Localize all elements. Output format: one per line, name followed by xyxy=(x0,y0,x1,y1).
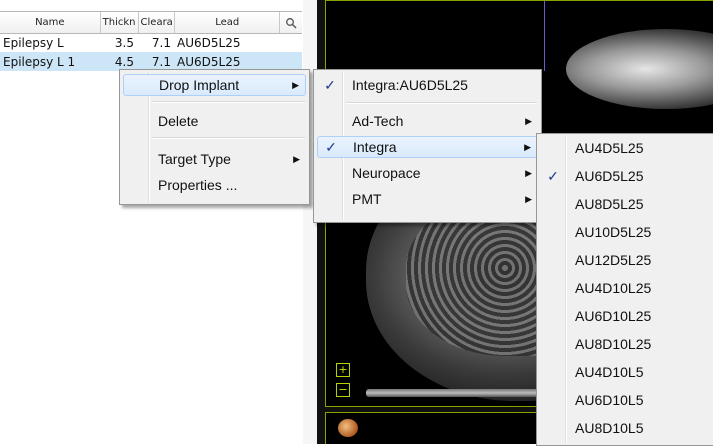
menu-item-label: Target Type xyxy=(158,151,231,167)
head-3d-icon xyxy=(338,419,358,437)
menu-separator xyxy=(346,102,537,104)
menu-item-lead-checked[interactable]: ✓ AU6D5L25 xyxy=(540,165,711,187)
cell-thickness: 4.5 xyxy=(114,54,134,69)
cell-clearance: 7.1 xyxy=(151,54,171,69)
menu-item-label: Ad-Tech xyxy=(352,113,404,129)
implant-rows: Epilepsy L 3.5 7.1 AU6D5L25 Epilepsy L 1… xyxy=(0,33,302,71)
menu-item-vendor-adtech[interactable]: Ad-Tech ▶ xyxy=(317,110,538,132)
menu-item-label: Integra:AU6D5L25 xyxy=(352,77,468,93)
column-header-clearance[interactable]: Cleara xyxy=(139,12,176,33)
cell-lead: AU6D5L25 xyxy=(177,54,241,69)
menu-item-delete[interactable]: Delete xyxy=(123,110,306,132)
search-icon[interactable] xyxy=(280,12,302,33)
menu-item-lead[interactable]: AU8D5L25 xyxy=(540,193,711,215)
menu-item-label: AU12D5L25 xyxy=(575,252,652,268)
menu-item-label: AU8D5L25 xyxy=(575,196,644,212)
menu-item-label: PMT xyxy=(352,191,382,207)
cell-name: Epilepsy L xyxy=(3,35,64,50)
menu-item-label: AU6D10L25 xyxy=(575,308,652,324)
table-row[interactable]: Epilepsy L 3.5 7.1 AU6D5L25 xyxy=(0,33,302,52)
menu-item-lead[interactable]: AU6D10L25 xyxy=(540,305,711,327)
checkmark-icon: ✓ xyxy=(325,138,337,155)
cell-thickness: 3.5 xyxy=(114,35,134,50)
submenu-arrow-icon: ▶ xyxy=(525,115,532,126)
submenu-arrow-icon: ▶ xyxy=(292,79,299,90)
menu-item-current-implant[interactable]: ✓ Integra:AU6D5L25 xyxy=(317,74,538,96)
column-header-lead[interactable]: Lead xyxy=(175,12,281,33)
menu-item-label: AU4D10L25 xyxy=(575,280,652,296)
menu-item-vendor-pmt[interactable]: PMT ▶ xyxy=(317,188,538,210)
menu-separator xyxy=(152,101,305,103)
submenu-arrow-icon: ▶ xyxy=(525,167,532,178)
submenu-arrow-icon: ▶ xyxy=(525,193,532,204)
menu-item-lead[interactable]: AU8D10L5 xyxy=(540,417,711,439)
menu-item-label: Delete xyxy=(158,113,199,129)
integra-leads-submenu: AU4D5L25 ✓ AU6D5L25 AU8D5L25 AU10D5L25 A… xyxy=(536,133,713,446)
menu-item-label: AU10D5L25 xyxy=(575,224,652,240)
menu-item-lead[interactable]: AU10D5L25 xyxy=(540,221,711,243)
cell-name: Epilepsy L 1 xyxy=(3,54,76,69)
menu-item-label: Properties ... xyxy=(158,177,238,193)
checkmark-icon: ✓ xyxy=(324,76,336,93)
menu-item-label: Neuropace xyxy=(352,165,421,181)
cell-lead: AU6D5L25 xyxy=(177,35,241,50)
menu-item-lead[interactable]: AU6D10L5 xyxy=(540,389,711,411)
menu-item-label: AU8D10L25 xyxy=(575,336,652,352)
menu-item-lead[interactable]: AU4D5L25 xyxy=(540,137,711,159)
submenu-arrow-icon: ▶ xyxy=(293,153,300,164)
menu-item-drop-implant[interactable]: Drop Implant ▶ xyxy=(123,74,306,96)
cell-clearance: 7.1 xyxy=(151,35,171,50)
column-header-name[interactable]: Name xyxy=(0,12,101,33)
checkmark-icon: ✓ xyxy=(547,167,559,184)
menu-item-lead[interactable]: AU4D10L25 xyxy=(540,277,711,299)
menu-item-label: AU4D5L25 xyxy=(575,140,644,156)
crosshair-vertical[interactable] xyxy=(544,1,545,71)
menu-item-lead[interactable]: AU12D5L25 xyxy=(540,249,711,271)
implant-list-panel: Name Thickn Cleara Lead Epilepsy L 3.5 7… xyxy=(0,0,304,444)
column-header-thickness[interactable]: Thickn xyxy=(101,12,139,33)
menu-item-label: AU6D5L25 xyxy=(575,168,644,184)
menu-item-label: AU6D10L5 xyxy=(575,392,644,408)
menu-item-lead[interactable]: AU8D10L25 xyxy=(540,333,711,355)
table-header: Name Thickn Cleara Lead xyxy=(0,11,302,34)
menu-item-vendor-integra[interactable]: ✓ Integra ▶ xyxy=(317,136,538,158)
magnifier-glyph xyxy=(286,17,297,29)
menu-item-label: AU8D10L5 xyxy=(575,420,644,436)
zoom-in-button[interactable]: + xyxy=(336,363,350,377)
drop-implant-submenu: ✓ Integra:AU6D5L25 Ad-Tech ▶ ✓ Integra ▶… xyxy=(313,69,542,223)
menu-separator xyxy=(152,137,305,139)
menu-item-properties[interactable]: Properties ... xyxy=(123,174,306,196)
submenu-arrow-icon: ▶ xyxy=(524,141,531,152)
menu-item-target-type[interactable]: Target Type ▶ xyxy=(123,148,306,170)
menu-item-label: Integra xyxy=(353,139,397,155)
skull-image xyxy=(566,29,713,109)
zoom-out-button[interactable]: − xyxy=(336,383,350,397)
menu-item-lead[interactable]: AU4D10L5 xyxy=(540,361,711,383)
menu-item-vendor-neuropace[interactable]: Neuropace ▶ xyxy=(317,162,538,184)
menu-item-label: Drop Implant xyxy=(159,77,240,93)
context-menu: Drop Implant ▶ Delete Target Type ▶ Prop… xyxy=(119,69,310,205)
menu-item-label: AU4D10L5 xyxy=(575,364,644,380)
